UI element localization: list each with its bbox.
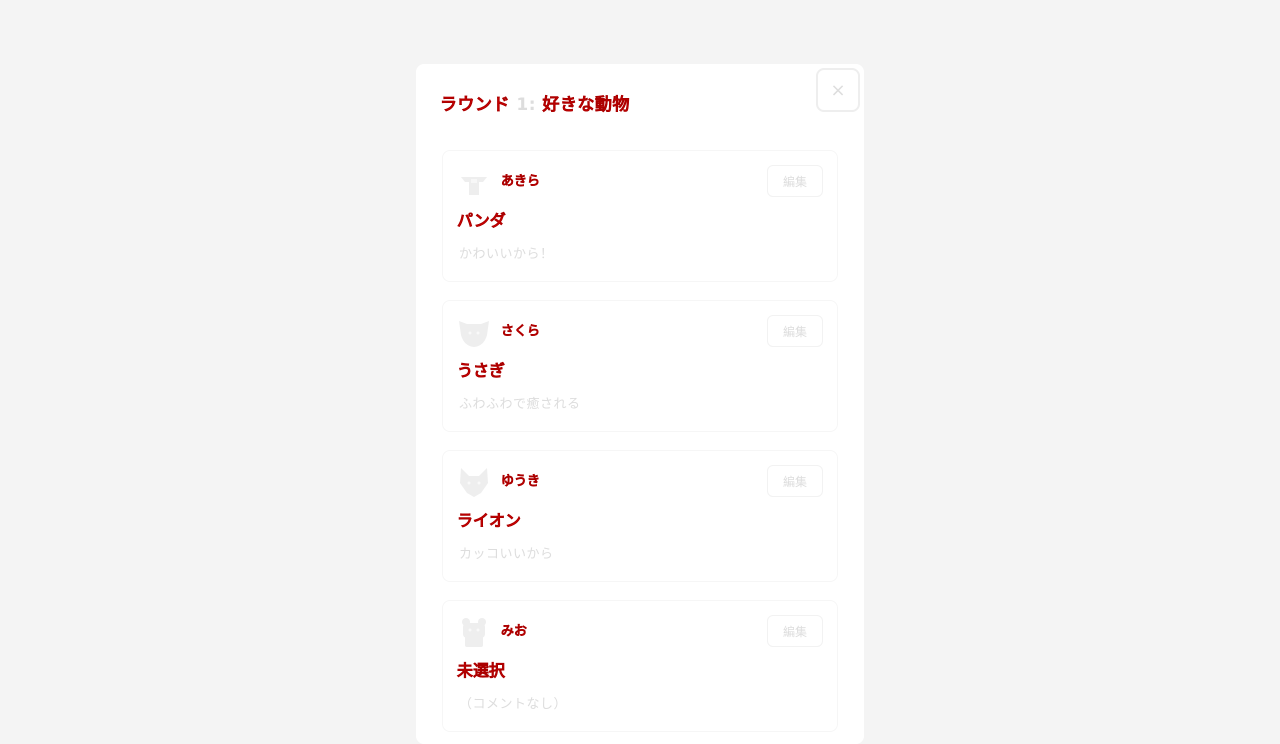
answer-text: 未選択 xyxy=(457,661,506,680)
bear-avatar-icon xyxy=(457,615,491,649)
edit-answer-button[interactable]: 編集 xyxy=(767,465,823,497)
edit-answer-button[interactable]: 編集 xyxy=(767,315,823,347)
edit-answer-button[interactable]: 編集 xyxy=(767,615,823,647)
answer-text: ライオン xyxy=(457,511,522,530)
answer-comment: カッコいいから xyxy=(459,547,554,562)
dog-avatar-icon xyxy=(457,315,491,349)
cat-avatar-icon xyxy=(457,165,491,199)
player-name: みお xyxy=(501,624,528,639)
fox-avatar-icon xyxy=(457,465,491,499)
answer-text: うさぎ xyxy=(457,361,506,380)
player-name: ゆうき xyxy=(501,474,541,489)
answer-comment: ふわふわで癒される xyxy=(459,397,581,412)
modal-title: ラウンド 1: 好きな動物 xyxy=(440,90,630,115)
close-button[interactable]: × xyxy=(816,68,860,112)
answer-review-modal: ラウンド 1: 好きな動物 × あきら 編集 パンダ かわいいから！ さくら 編… xyxy=(416,64,864,744)
title-round-number: 1: xyxy=(516,95,537,115)
edit-answer-button[interactable]: 編集 xyxy=(767,165,823,197)
answer-card: さくら 編集 うさぎ ふわふわで癒される xyxy=(442,300,838,432)
title-prefix: ラウンド xyxy=(440,95,510,115)
answer-comment: かわいいから！ xyxy=(459,247,554,262)
player-name: あきら xyxy=(501,174,541,189)
answer-card: あきら 編集 パンダ かわいいから！ xyxy=(442,150,838,282)
answer-comment: （コメントなし） xyxy=(459,697,568,712)
close-icon: × xyxy=(830,79,846,101)
answer-card: ゆうき 編集 ライオン カッコいいから xyxy=(442,450,838,582)
title-topic: 好きな動物 xyxy=(542,95,630,115)
answer-card: みお 編集 未選択 （コメントなし） xyxy=(442,600,838,732)
answer-text: パンダ xyxy=(457,211,506,230)
player-name: さくら xyxy=(501,324,541,339)
